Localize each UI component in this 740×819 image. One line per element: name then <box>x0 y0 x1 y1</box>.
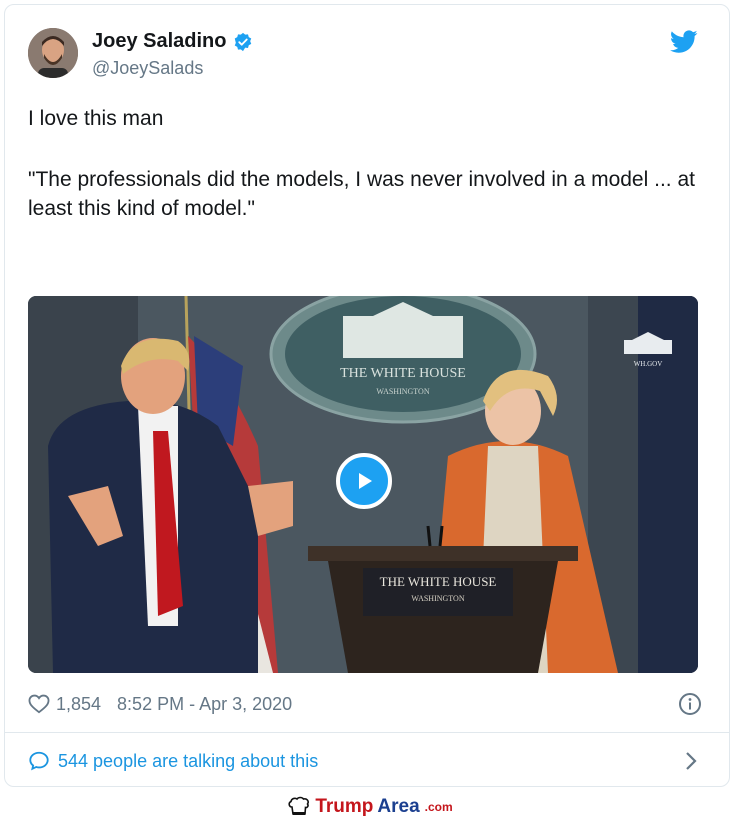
verified-badge-icon <box>234 32 251 51</box>
like-button[interactable]: 1,854 <box>28 694 101 715</box>
like-count: 1,854 <box>56 693 102 714</box>
logo-text-domain: .com <box>424 799 453 814</box>
info-icon[interactable] <box>678 692 702 716</box>
logo-text-area: Area <box>377 795 420 817</box>
seal-subtext: WASHINGTON <box>376 387 429 396</box>
tweet-timestamp[interactable]: 8:52 PM - Apr 3, 2020 <box>117 694 292 715</box>
author-handle[interactable]: @JoeySalads <box>92 58 203 79</box>
chef-hat-logo-icon <box>288 796 310 815</box>
site-logo: Trump Area .com <box>287 795 453 818</box>
tweet-text: I love this man "The professionals did t… <box>28 104 708 223</box>
play-icon <box>359 473 372 489</box>
video-thumbnail[interactable]: THE WHITE HOUSE WASHINGTON WH.GOV THE WH… <box>28 296 698 673</box>
tweet-quote: "The professionals did the models, I was… <box>28 168 695 220</box>
speech-bubble-icon <box>29 751 49 771</box>
chevron-right-icon[interactable] <box>682 750 700 772</box>
conversation-link[interactable]: 544 people are talking about this <box>28 746 702 776</box>
tweet-text-line: I love this man <box>28 107 164 130</box>
twitter-bird-icon[interactable] <box>670 30 698 54</box>
podium-text: THE WHITE HOUSE <box>380 574 497 589</box>
watermark-text: WH.GOV <box>634 360 663 368</box>
tweet-meta-row: 1,854 8:52 PM - Apr 3, 2020 <box>28 690 702 718</box>
author-avatar[interactable] <box>28 28 78 78</box>
footer-watermark: Trump Area .com <box>0 794 740 819</box>
podium-subtext: WASHINGTON <box>411 594 464 603</box>
logo-text-trump: Trump <box>315 795 374 817</box>
conversation-text: 544 people are talking about this <box>58 750 319 771</box>
heart-icon <box>28 694 50 714</box>
play-button[interactable] <box>336 453 392 509</box>
seal-text: THE WHITE HOUSE <box>340 366 466 381</box>
divider <box>5 732 729 733</box>
author-display-name[interactable]: Joey Saladino <box>92 30 227 53</box>
